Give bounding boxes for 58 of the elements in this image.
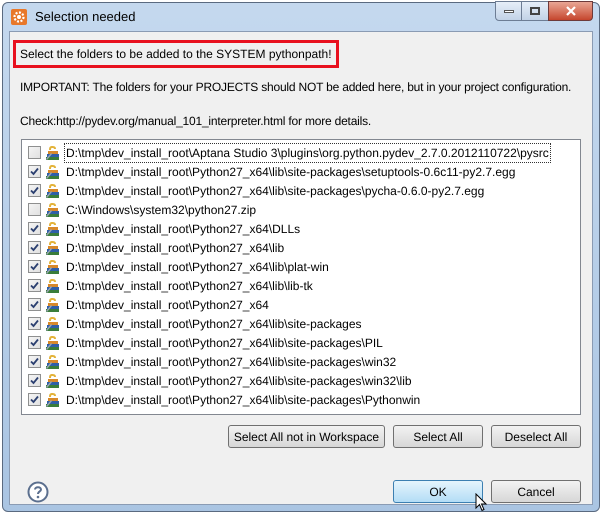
folder-checkbox[interactable] — [28, 393, 41, 406]
python-package-icon — [45, 202, 61, 218]
folder-checkbox[interactable] — [28, 241, 41, 254]
folder-path[interactable]: D:\tmp\dev_install_root\Python27_x64\lib\site-packages\setuptools-0.6c11-py2.7.egg — [65, 162, 516, 180]
folder-path[interactable]: D:\tmp\dev_install_root\Python27_x64\lib\site-packages\win32 — [65, 352, 398, 370]
folder-checkbox[interactable] — [28, 355, 41, 368]
folder-checkbox[interactable] — [28, 184, 41, 197]
folder-checkbox[interactable] — [28, 260, 41, 273]
close-button[interactable] — [548, 1, 593, 21]
folder-path[interactable]: D:\tmp\dev_install_root\Python27_x64\lib\site-packages\win32\lib — [65, 372, 413, 390]
python-package-icon — [45, 144, 61, 160]
window-title: Selection needed — [35, 8, 136, 26]
python-package-icon — [45, 278, 61, 294]
python-package-icon — [45, 182, 61, 198]
dialog-button[interactable]: OK — [393, 480, 483, 503]
folder-checkbox[interactable] — [28, 317, 41, 330]
close-icon — [566, 6, 576, 16]
folder-checkbox[interactable] — [28, 374, 41, 387]
folder-path[interactable]: D:\tmp\dev_install_root\Aptana Studio 3\plugins\org.python.pydev_2.7.0.2012110722\pysrc — [65, 144, 550, 162]
selection-button[interactable]: Select All — [393, 425, 483, 448]
python-package-icon — [45, 240, 61, 256]
folder-path[interactable]: D:\tmp\dev_install_root\Python27_x64\lib\site-packages\PIL — [65, 334, 384, 352]
folder-path[interactable]: D:\tmp\dev_install_root\Python27_x64\lib\lib-tk — [65, 276, 314, 294]
folder-path[interactable]: D:\tmp\dev_install_root\Python27_x64\lib\plat-win — [65, 258, 330, 276]
folder-path[interactable]: D:\tmp\dev_install_root\Python27_x64\DLLs — [65, 220, 302, 238]
heading-text: Select the folders to be added to the SYSTEM pythonpath! — [13, 40, 339, 68]
folder-path[interactable]: D:\tmp\dev_install_root\Python27_x64\lib\site-packages\Pythonwin — [65, 390, 422, 408]
gear-icon — [11, 9, 27, 25]
folder-path[interactable]: C:\Windows\system32\python27.zip — [65, 200, 258, 218]
python-package-icon — [45, 164, 61, 180]
folder-checkbox[interactable] — [28, 146, 41, 159]
python-package-icon — [45, 354, 61, 370]
info-text: Check:http://pydev.org/manual_101_interpreter.html for more details. — [20, 113, 372, 130]
folder-path[interactable]: D:\tmp\dev_install_root\Python27_x64\lib\site-packages\pycha-0.6.0-py2.7.egg — [65, 182, 486, 200]
maximize-button[interactable] — [522, 1, 548, 21]
folder-checkbox[interactable] — [28, 336, 41, 349]
selection-button[interactable]: Select All not in Workspace — [228, 425, 385, 448]
python-package-icon — [45, 258, 61, 274]
python-package-icon — [45, 392, 61, 408]
python-package-icon — [45, 296, 61, 312]
python-package-icon — [45, 220, 61, 236]
minimize-button[interactable] — [495, 1, 522, 21]
folder-checkbox[interactable] — [28, 203, 41, 216]
folder-path[interactable]: D:\tmp\dev_install_root\Python27_x64\lib\site-packages — [65, 314, 362, 332]
mouse-pointer-icon — [475, 493, 487, 512]
python-package-icon — [45, 372, 61, 388]
python-package-icon — [45, 316, 61, 332]
folder-checkbox[interactable] — [28, 279, 41, 292]
dialog-button[interactable]: Cancel — [491, 480, 581, 503]
selection-button[interactable]: Deselect All — [491, 425, 581, 448]
folder-checkbox[interactable] — [28, 298, 41, 311]
folder-checkbox[interactable] — [28, 165, 41, 178]
help-icon[interactable] — [27, 480, 49, 502]
folder-path[interactable]: D:\tmp\dev_install_root\Python27_x64\lib — [65, 238, 286, 256]
info-text: IMPORTANT: The folders for your PROJECTS should NOT be added here, but in your project configuration. — [20, 79, 572, 96]
python-package-icon — [45, 334, 61, 350]
folder-path[interactable]: D:\tmp\dev_install_root\Python27_x64 — [65, 296, 270, 314]
folder-checkbox[interactable] — [28, 222, 41, 235]
